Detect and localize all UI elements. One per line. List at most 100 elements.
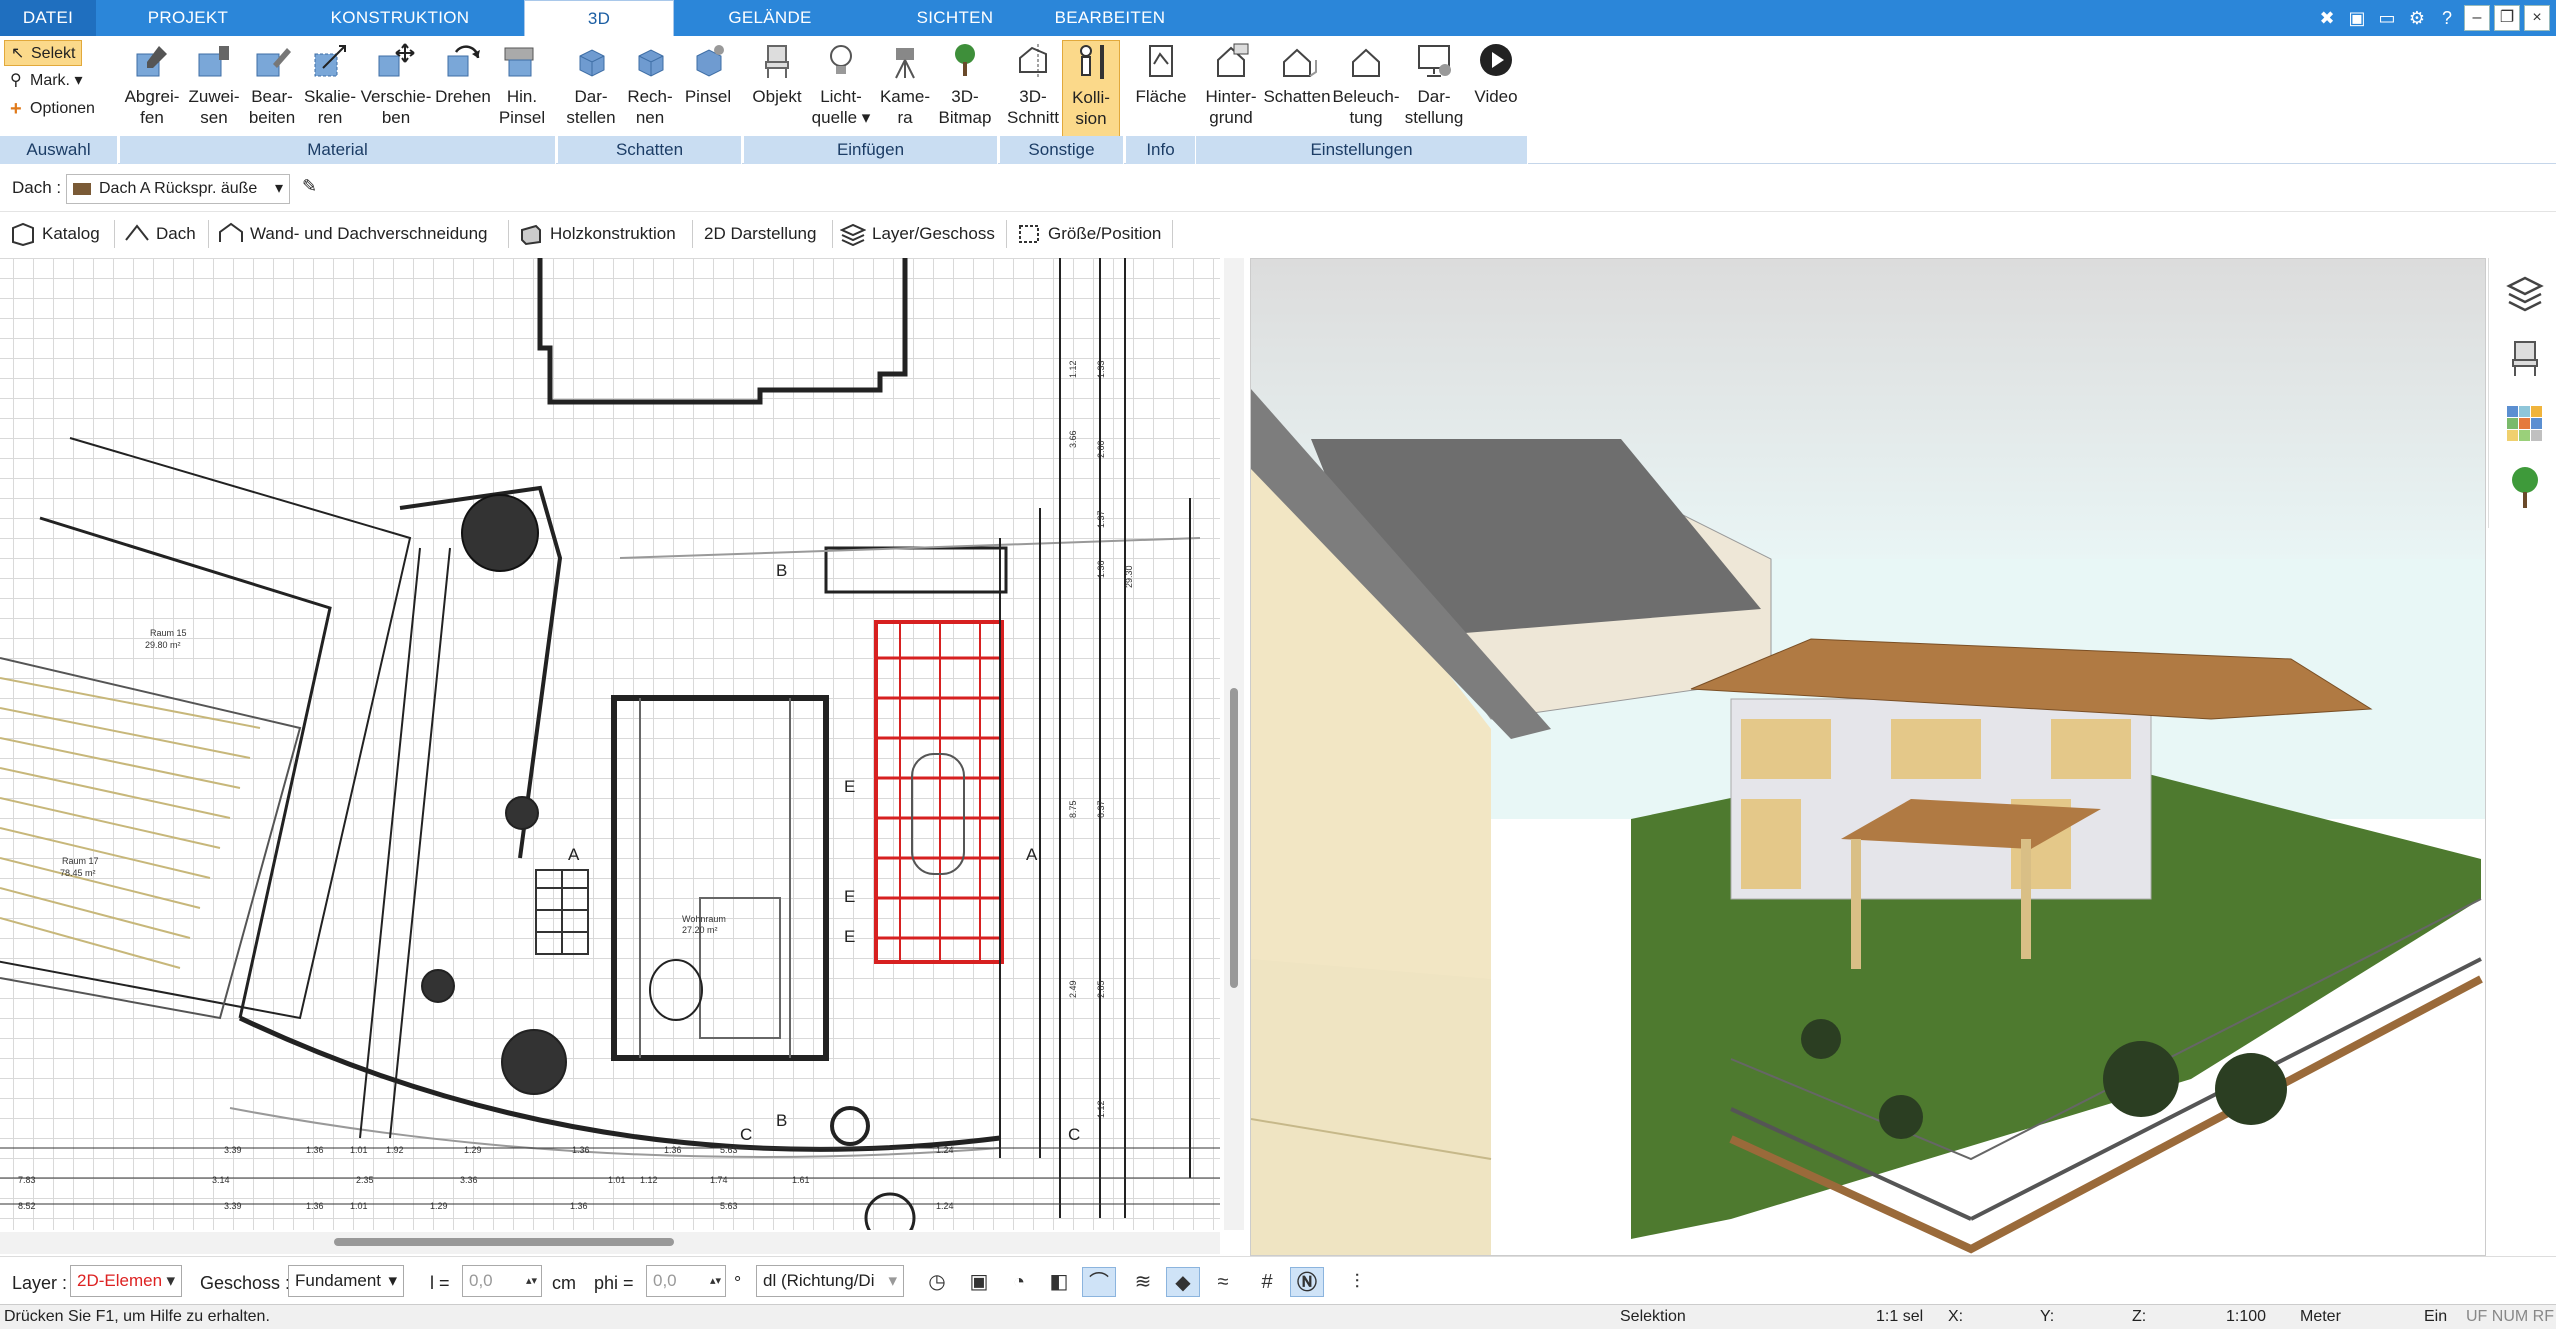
- bearbeiten-button[interactable]: Bear-beiten: [244, 40, 300, 140]
- phi-input[interactable]: 0,0 ▴▾: [646, 1265, 726, 1297]
- tab-projekt[interactable]: PROJEKT: [118, 0, 258, 36]
- abgreifen-button[interactable]: Abgrei-fen: [120, 40, 184, 140]
- edit-material-icon: [256, 48, 291, 77]
- dim-r1-7: 5.63: [720, 1145, 738, 1155]
- layer-select[interactable]: 2D-Elemen ▾: [70, 1265, 182, 1297]
- l-input[interactable]: 0,0 ▴▾: [462, 1265, 542, 1297]
- chevron-down-icon: ▾: [166, 1271, 175, 1290]
- dim-r1-2: 1.01: [350, 1145, 368, 1155]
- north-icon[interactable]: Ⓝ: [1290, 1267, 1324, 1297]
- tools-icon[interactable]: ✖: [2314, 5, 2340, 31]
- object-view-icon[interactable]: ◧: [1042, 1267, 1076, 1297]
- mark-button[interactable]: ⚲ Mark. ▾: [4, 68, 88, 94]
- layers-panel-icon[interactable]: [2505, 272, 2545, 316]
- box-icon[interactable]: ▣: [2344, 5, 2370, 31]
- flaeche-button[interactable]: Fläche: [1130, 40, 1192, 140]
- plus-icon: +: [10, 98, 22, 120]
- zuweisen-button[interactable]: Zuwei-sen: [184, 40, 244, 140]
- plants-panel-icon[interactable]: [2505, 464, 2545, 512]
- tab-bearbeiten[interactable]: BEARBEITEN: [1040, 0, 1180, 36]
- restore-button[interactable]: ❐: [2494, 5, 2520, 31]
- plan-vertical-scrollbar[interactable]: [1224, 258, 1244, 1230]
- dim-r1-6: 1.36: [664, 1145, 682, 1155]
- bitmap-3d-button[interactable]: 3D- Bitmap: [936, 40, 994, 140]
- drehen-button[interactable]: Drehen: [432, 40, 494, 140]
- vdim-7: 8.75: [1068, 800, 1078, 818]
- cube-shadow-icon: [579, 49, 605, 77]
- schnitt-3d-button[interactable]: 3D- Schnitt: [1004, 40, 1062, 140]
- hintergrund-button[interactable]: Hinter-grund: [1200, 40, 1262, 140]
- vdim-10: 2.85: [1096, 980, 1106, 998]
- roof-view-icon[interactable]: ⌒: [1082, 1267, 1116, 1297]
- catalog-icon: [12, 222, 34, 246]
- floor-plan-view[interactable]: Raum 15 29.80 m² Raum 17 78.45 m² Wohnra…: [0, 258, 1220, 1230]
- minimize-button[interactable]: –: [2464, 5, 2490, 31]
- spinner-icon[interactable]: ▴▾: [526, 1266, 537, 1296]
- selekt-button[interactable]: ↖ Selekt: [4, 40, 83, 66]
- dach-select[interactable]: Dach A Rückspr. äuße ▾: [66, 174, 290, 204]
- furniture-panel-icon[interactable]: [2505, 336, 2545, 380]
- layer-geschoss-button[interactable]: Layer/Geschoss: [836, 218, 995, 250]
- plan-hscroll-thumb[interactable]: [334, 1238, 674, 1246]
- katalog-button[interactable]: Katalog: [6, 218, 100, 250]
- pin-icon[interactable]: ⫶: [1340, 1267, 1374, 1297]
- ribbon-tab-bar: DATEI PROJEKT KONSTRUKTION 3D GELÄNDE SI…: [0, 0, 2556, 36]
- close-button[interactable]: ×: [2524, 5, 2550, 31]
- section-a-right: A: [1026, 845, 1038, 864]
- 3d-view[interactable]: [1250, 258, 2486, 1256]
- ribbon: ↖ Selekt ⚲ Mark. ▾ + Optionen Auswahl Ab…: [0, 36, 2556, 164]
- video-button[interactable]: Video: [1468, 40, 1524, 140]
- hin-pinsel-button[interactable]: Hin. Pinsel: [494, 40, 550, 140]
- raum15-label: Raum 15: [150, 628, 187, 638]
- dim-r3-3: 1.01: [350, 1201, 368, 1211]
- dl-select[interactable]: dl (Richtung/Di ▾: [756, 1265, 904, 1297]
- help-icon[interactable]: ?: [2434, 5, 2460, 31]
- holzkonstruktion-button[interactable]: Holzkonstruktion: [514, 218, 676, 250]
- materials-panel-icon[interactable]: [2505, 402, 2545, 446]
- dach-button[interactable]: Dach: [120, 218, 196, 250]
- darstellung-2d-button[interactable]: 2D Darstellung: [696, 218, 816, 250]
- lichtquelle-button[interactable]: Licht-quelle ▾: [808, 40, 874, 140]
- geschoss-select[interactable]: Fundament ▾: [288, 1265, 404, 1297]
- kamera-button[interactable]: Kame-ra: [874, 40, 936, 140]
- verschieben-button[interactable]: Verschie-ben: [360, 40, 432, 140]
- settings-icon[interactable]: ⚙: [2404, 5, 2430, 31]
- schatten-darstellen-button[interactable]: Dar-stellen: [560, 40, 622, 140]
- window-icon[interactable]: ▭: [2374, 5, 2400, 31]
- optionen-button[interactable]: + Optionen: [4, 96, 101, 122]
- vdim-9: 2.49: [1068, 980, 1078, 998]
- plan-horizontal-scrollbar[interactable]: [0, 1232, 1220, 1254]
- spinner-icon[interactable]: ▴▾: [710, 1266, 721, 1296]
- darstellung-button[interactable]: Dar-stellung: [1400, 40, 1468, 140]
- tab-konstruktion[interactable]: KONSTRUKTION: [320, 0, 480, 36]
- tab-sichten[interactable]: SICHTEN: [880, 0, 1030, 36]
- chevron-down-icon: ▾: [888, 1271, 897, 1290]
- beleuchtung-button[interactable]: Beleuch-tung: [1332, 40, 1400, 140]
- dim-r1-1: 1.36: [306, 1145, 324, 1155]
- groesse-position-button[interactable]: Größe/Position: [1012, 218, 1161, 250]
- clock-icon[interactable]: ◷: [920, 1267, 954, 1297]
- geschoss-label: Geschoss :: [200, 1273, 291, 1293]
- pencil-icon[interactable]: ✎: [302, 176, 317, 197]
- monitor-icon[interactable]: ▣: [962, 1267, 996, 1297]
- tab-3d[interactable]: 3D: [524, 0, 674, 36]
- camera-view-icon[interactable]: ◔: [1002, 1267, 1036, 1297]
- grid-icon[interactable]: #: [1250, 1267, 1284, 1297]
- kollision-button[interactable]: Kolli-sion: [1062, 40, 1120, 140]
- objekt-button[interactable]: Objekt: [746, 40, 808, 140]
- layer-select-value: 2D-Elemen: [77, 1271, 163, 1290]
- wand-dachverschneidung-button[interactable]: Wand- und Dachverschneidung: [214, 218, 488, 250]
- wall-view-icon[interactable]: ≋: [1126, 1267, 1160, 1297]
- schatten-rechnen-button[interactable]: Rech-nen: [622, 40, 678, 140]
- tab-gelaende[interactable]: GELÄNDE: [700, 0, 840, 36]
- dim-r3-5: 1.36: [570, 1201, 588, 1211]
- plane-view-icon[interactable]: ◆: [1166, 1267, 1200, 1297]
- einst-schatten-button[interactable]: Schatten: [1262, 40, 1332, 140]
- hatch-view-icon[interactable]: ≈: [1206, 1267, 1240, 1297]
- tab-datei[interactable]: DATEI: [0, 0, 96, 36]
- skalieren-button[interactable]: Skalie-ren: [300, 40, 360, 140]
- dim-r2-4: 1.01: [608, 1175, 626, 1185]
- schatten-pinsel-button[interactable]: Pinsel: [678, 40, 738, 140]
- plan-vscroll-thumb[interactable]: [1230, 688, 1238, 988]
- group-einstellungen: Einstellungen: [1196, 136, 1528, 164]
